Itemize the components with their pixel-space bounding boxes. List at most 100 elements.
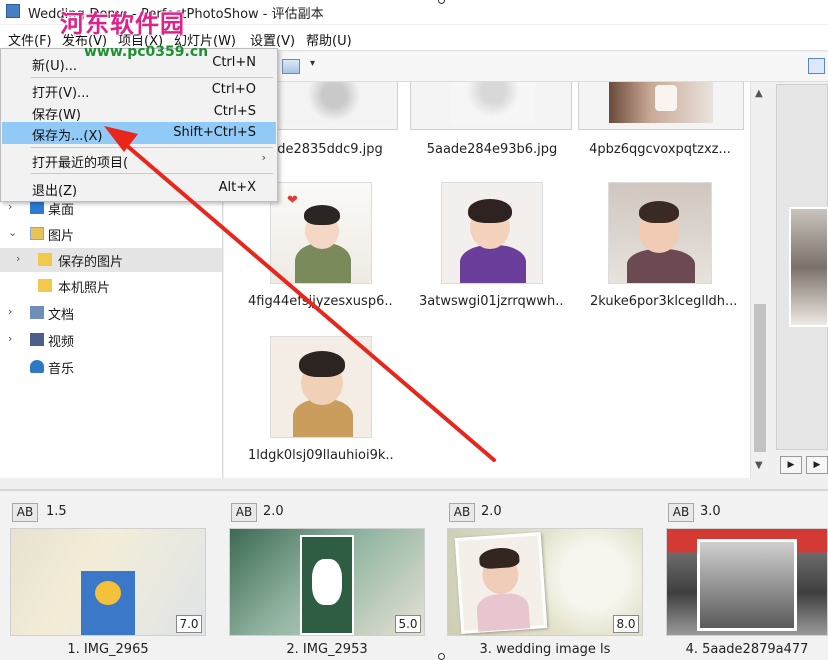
chevron-down-icon[interactable]: ▾ [310, 58, 315, 69]
menu-settings[interactable]: 设置(V) [250, 30, 295, 49]
slide-item[interactable]: AB 1.5 7.0 1. IMG_2965 [10, 491, 206, 660]
tree-item-saved-pictures[interactable]: › 保存的图片 [0, 248, 222, 272]
menu-item-label: 保存为...(X) [32, 129, 103, 144]
slide-item[interactable]: AB 3.0 4. 5aade2879a477 [666, 491, 828, 660]
tree-item-documents[interactable]: › 文档 [0, 301, 222, 325]
thumbnail-caption: 2kuke6por3klceglldh... [590, 294, 736, 309]
scrollbar-thumb[interactable] [754, 304, 766, 452]
transition-duration[interactable]: 1.5 [46, 504, 67, 519]
menu-item-exit[interactable]: 退出(Z) Alt+X [2, 177, 276, 199]
menu-item-recent-projects[interactable]: 打开最近的项目( › [2, 149, 276, 171]
music-folder-icon [30, 360, 44, 373]
thumbnail-caption: 5aade284e93b6.jpg [426, 142, 558, 157]
videos-folder-icon [30, 333, 44, 346]
desktop-folder-icon [30, 201, 44, 214]
cup-shape [655, 85, 677, 111]
menu-item-save-as[interactable]: 保存为...(X) Shift+Ctrl+S [2, 122, 276, 144]
menu-item-open[interactable]: 打开(V)... Ctrl+O [2, 79, 276, 101]
submenu-arrow-icon: › [261, 151, 266, 164]
thumbnail-frame[interactable] [578, 82, 744, 130]
tree-item-music[interactable]: 音乐 [0, 355, 222, 379]
app-icon [6, 4, 20, 18]
transition-badge[interactable]: AB [12, 503, 38, 522]
thumbnail-caption: 1ldgk0lsj09llauhioi9k... [248, 448, 394, 463]
tree-item-videos[interactable]: › 视频 [0, 328, 222, 352]
next-icon[interactable]: ▶ [806, 456, 828, 474]
inset-photo [454, 532, 548, 634]
tree-label: 本机照片 [58, 281, 111, 296]
tree-label: 音乐 [48, 362, 75, 377]
slide-caption: 4. 5aade2879a477 [685, 642, 809, 657]
view-mode-icon[interactable] [282, 59, 300, 74]
expand-arrow-icon[interactable]: › [8, 305, 12, 318]
thumbnail-image [270, 336, 372, 438]
transition-duration[interactable]: 2.0 [481, 504, 502, 519]
inset-photo [697, 539, 797, 631]
transition-badge[interactable]: AB [449, 503, 475, 522]
preview-image [789, 207, 828, 327]
vertical-scrollbar[interactable]: ▲ ▼ [750, 82, 769, 478]
thumbnail-frame[interactable] [270, 82, 398, 130]
menu-item-shortcut: Ctrl+S [213, 104, 256, 119]
transition-badge[interactable]: AB [231, 503, 257, 522]
thumbnail-image [275, 82, 393, 123]
scroll-up-icon[interactable]: ▲ [755, 88, 763, 99]
thumbnail-image [608, 182, 712, 284]
transition-duration[interactable]: 2.0 [263, 504, 284, 519]
menu-item-save[interactable]: 保存(W) Ctrl+S [2, 101, 276, 123]
thumbnail-grid: de2835ddc9.jpg 5aade284e93b6.jpg 4pbz6qg… [224, 82, 769, 478]
tree-label: 图片 [48, 229, 75, 244]
collapse-arrow-icon[interactable]: ⌄ [8, 226, 17, 239]
tree-item-pictures[interactable]: ⌄ 图片 [0, 222, 222, 246]
thumbnail-caption: 3atwswgi01jzrrqwwh... [419, 294, 565, 309]
slide-duration[interactable]: 5.0 [395, 615, 421, 633]
slide-caption: 2. IMG_2953 [286, 642, 368, 657]
menu-help[interactable]: 帮助(U) [306, 30, 352, 49]
thumbnail-image: ❤ [270, 182, 372, 284]
preview-panel [776, 84, 828, 450]
menu-item-shortcut: Ctrl+N [212, 55, 256, 70]
menu-file[interactable]: 文件(F) [8, 30, 52, 49]
tree-label: 保存的图片 [58, 255, 124, 270]
preview-toggle-icon[interactable] [808, 58, 825, 74]
menu-separator [31, 173, 273, 174]
tree-label: 视频 [48, 335, 75, 350]
heart-icon: ❤ [287, 193, 298, 208]
tree-item-local-photos[interactable]: 本机照片 [0, 274, 222, 298]
watermark-url: www.pc0359.cn [84, 44, 209, 60]
duck-shape [312, 559, 342, 605]
play-icon[interactable]: ▶ [780, 456, 802, 474]
thumbnail-caption: 4fig44efsjjyzesxusp6... [248, 294, 394, 309]
slide-duration[interactable]: 8.0 [613, 615, 639, 633]
folder-icon [38, 253, 52, 266]
slide-image [666, 528, 828, 636]
tree-label: 文档 [48, 308, 75, 323]
expand-arrow-icon[interactable]: › [16, 252, 20, 265]
character-hair [95, 581, 121, 605]
storyboard: AB 1.5 7.0 1. IMG_2965 AB 2.0 5.0 2. IMG… [0, 489, 828, 660]
scroll-down-icon[interactable]: ▼ [755, 460, 763, 471]
slide-duration[interactable]: 7.0 [176, 615, 202, 633]
menu-item-shortcut: Shift+Ctrl+S [173, 125, 256, 140]
menu-item-shortcut: Alt+X [218, 180, 256, 195]
slide-item[interactable]: AB 2.0 5.0 2. IMG_2953 [229, 491, 425, 660]
app-window: Wedding-Demo - PerfectPhotoShow - 评估副本 文… [0, 0, 828, 660]
thumbnail-frame[interactable] [410, 82, 572, 130]
thumbnail-image [451, 82, 535, 123]
transition-duration[interactable]: 3.0 [700, 504, 721, 519]
thumbnail-image [609, 82, 713, 123]
documents-folder-icon [30, 306, 44, 319]
expand-arrow-icon[interactable]: › [8, 332, 12, 345]
selection-handle [438, 653, 445, 660]
menu-item-shortcut: Ctrl+O [211, 82, 256, 97]
slide-caption: 1. IMG_2965 [67, 642, 149, 657]
pictures-folder-icon [30, 227, 44, 240]
menu-item-label: 新(U)... [32, 59, 78, 74]
transition-badge[interactable]: AB [668, 503, 694, 522]
thumbnail-caption: de2835ddc9.jpg [277, 142, 383, 157]
slide-item[interactable]: AB 2.0 8.0 3. wedding image ls [447, 491, 643, 660]
thumbnail-caption: 4pbz6qgcvoxpqtzxz... [589, 142, 731, 157]
slide-caption: 3. wedding image ls [479, 642, 611, 657]
watermark-logo: 河东软件园 [60, 9, 185, 38]
menu-item-label: 打开(V)... [32, 86, 90, 101]
